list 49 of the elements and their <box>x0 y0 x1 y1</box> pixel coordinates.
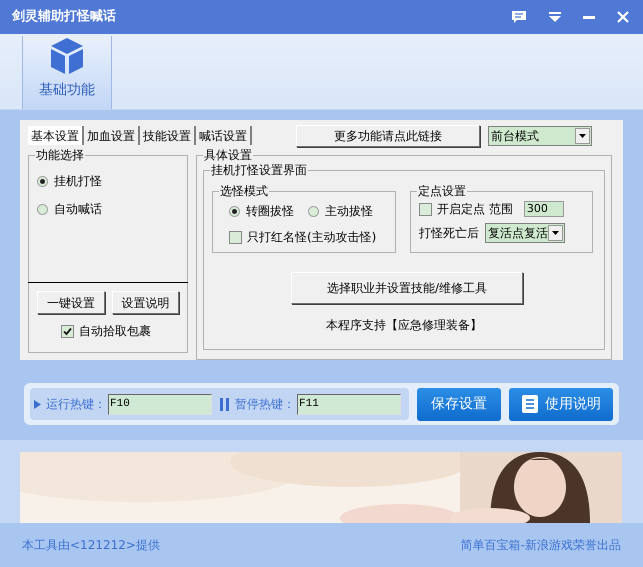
checkbox[interactable] <box>61 324 74 338</box>
tab[interactable]: 技能设置 <box>140 126 196 145</box>
note-text: 本程序支持【应急修理装备】 <box>326 317 482 334</box>
group-title: 具体设置 <box>203 148 253 162</box>
checkbox-label: 开启定点 范围 <box>437 201 513 218</box>
action-button[interactable]: 保存设置 <box>417 388 501 420</box>
dropdown-icon[interactable] <box>549 12 561 22</box>
document-icon <box>521 394 539 414</box>
checkbox-label: 自动拾取包裹 <box>79 323 151 340</box>
cube-icon <box>50 37 84 75</box>
group-title: 功能选择 <box>35 148 85 162</box>
window-title: 剑灵辅助打怪喊话 <box>12 8 117 26</box>
action-button[interactable]: 使用说明 <box>509 388 613 420</box>
close-icon[interactable] <box>617 11 629 23</box>
dropdown[interactable]: 前台模式 <box>488 126 592 146</box>
range-field[interactable]: 300 <box>524 201 564 217</box>
radio-label: 自动喊话 <box>54 201 102 218</box>
tab[interactable]: 加血设置 <box>84 126 140 145</box>
toolbar-tab[interactable]: 基础功能 <box>22 36 112 109</box>
button[interactable]: 更多功能请点此链接 <box>296 124 480 146</box>
pause-icon <box>220 398 230 410</box>
radio-label: 转圈拔怪 <box>246 203 294 220</box>
group-title: 定点设置 <box>417 184 467 198</box>
radio-button[interactable] <box>308 206 319 216</box>
checkbox-label: 只打红名怪(主动攻击怪) <box>247 229 376 246</box>
checkbox[interactable] <box>419 202 432 216</box>
dropdown[interactable]: 复活点复活 <box>485 223 565 243</box>
radio-button[interactable] <box>37 176 48 186</box>
play-icon <box>34 400 41 408</box>
button[interactable]: 设置说明 <box>112 291 179 314</box>
footer-publisher: 简单百宝箱-新浪游戏荣誉出品 <box>460 537 621 554</box>
radio-button[interactable] <box>229 206 240 216</box>
hotkey-field[interactable]: F11 <box>297 394 401 414</box>
tab[interactable]: 基本设置 <box>28 126 84 145</box>
minimize-icon[interactable] <box>583 16 595 18</box>
radio-label: 挂机打怪 <box>54 173 102 190</box>
radio-button[interactable] <box>37 204 48 214</box>
death-label: 打怪死亡后 <box>419 225 479 242</box>
chat-icon[interactable] <box>511 10 527 24</box>
button[interactable]: 选择职业并设置技能/维修工具 <box>291 272 523 304</box>
radio-label: 主动拔怪 <box>325 203 373 220</box>
button[interactable]: 一键设置 <box>37 291 104 314</box>
checkbox[interactable] <box>229 230 242 244</box>
hotkey-field[interactable]: F10 <box>108 394 212 414</box>
group-title: 挂机打怪设置界面 <box>210 163 308 177</box>
hotkey-label: 运行热键： <box>46 396 106 413</box>
footer-credit: 本工具由<121212>提供 <box>22 537 160 554</box>
group-title: 选怪模式 <box>219 184 269 198</box>
hotkey-label: 暂停热键： <box>235 396 295 413</box>
